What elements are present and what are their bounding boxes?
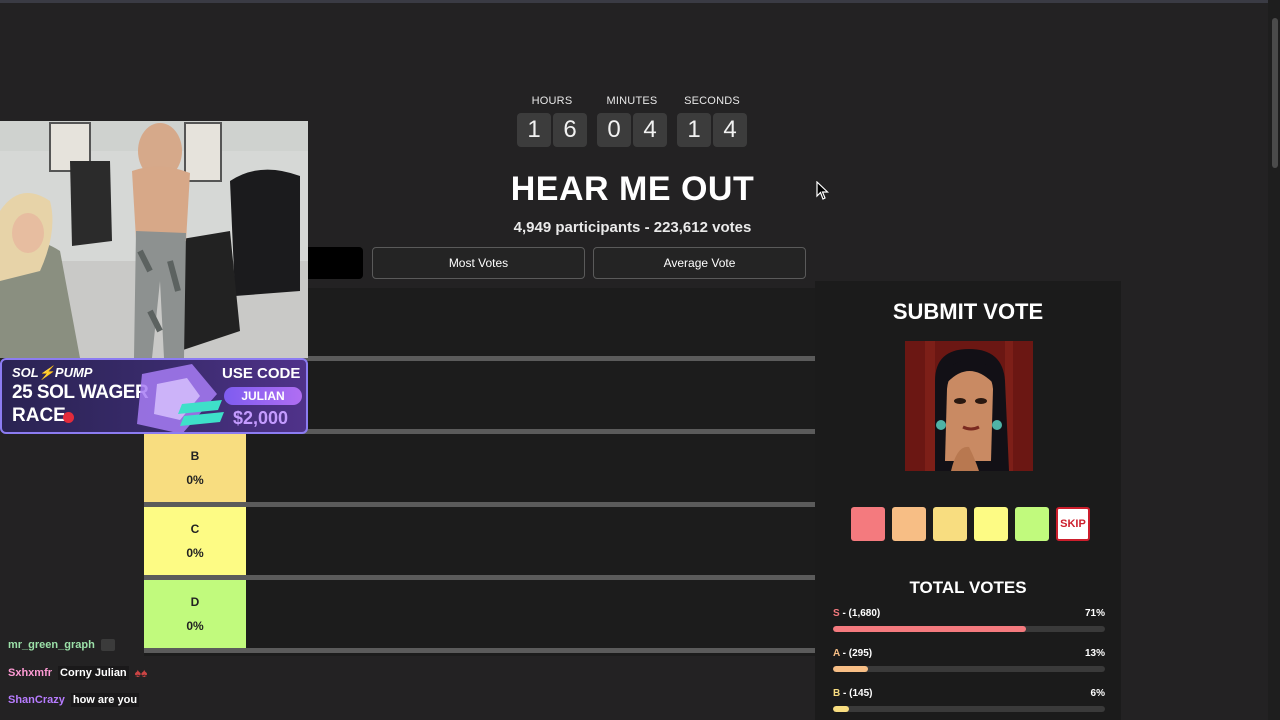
- candidate-image: [905, 341, 1033, 471]
- tier-separator: [144, 648, 815, 653]
- total-votes-row-b: B - (145) 6%: [833, 688, 1105, 712]
- prize-amount: $2,000: [233, 408, 289, 428]
- average-vote-button[interactable]: Average Vote: [593, 247, 806, 279]
- tier-letter: B: [190, 449, 200, 463]
- scrollbar-thumb[interactable]: [1272, 18, 1278, 168]
- hours-label: HOURS: [531, 95, 573, 107]
- minutes-digit: 4: [633, 113, 667, 147]
- tier-row-b: B 0%: [144, 434, 815, 502]
- total-votes-row-s: S - (1,680) 71%: [833, 608, 1105, 632]
- tier-letter: A: [833, 648, 840, 659]
- promo-code: JULIAN: [224, 387, 302, 405]
- tier-letter: D: [190, 595, 200, 609]
- countdown-timer: HOURS 1 6 MINUTES 0 4 SECONDS 1 4: [517, 95, 747, 147]
- vote-a-button[interactable]: [892, 507, 926, 541]
- vote-percent: 13%: [1084, 648, 1105, 659]
- tier-label-b: B 0%: [144, 434, 246, 502]
- seconds-digit: 4: [713, 113, 747, 147]
- mouse-cursor-icon: [816, 181, 829, 200]
- chat-message: ShanCrazy how are you: [8, 693, 140, 707]
- use-code-label: USE CODE: [222, 365, 301, 382]
- chat-text: how are you: [70, 693, 140, 707]
- minutes-digit: 0: [597, 113, 631, 147]
- vote-progress-fill: [833, 666, 869, 672]
- vote-progress-bar: [833, 666, 1105, 672]
- tier-letter: S: [833, 608, 840, 619]
- tier-label-d: D 0%: [144, 580, 246, 648]
- chat-text: Corny Julian: [58, 666, 129, 680]
- chat-username: mr_green_graph: [8, 639, 95, 651]
- tier-row-c: C 0%: [144, 507, 815, 575]
- vote-d-button[interactable]: [1015, 507, 1049, 541]
- vote-percent: 71%: [1084, 608, 1105, 619]
- vote-progress-bar: [833, 706, 1105, 712]
- seconds-label: SECONDS: [684, 95, 740, 107]
- webcam-overlay: [0, 121, 308, 358]
- chat-message: mr_green_graph: [8, 639, 115, 651]
- countdown-seconds: SECONDS 1 4: [677, 95, 747, 147]
- vote-b-button[interactable]: [933, 507, 967, 541]
- vote-count: - (1,680): [839, 608, 881, 619]
- vote-progress-fill: [833, 706, 850, 712]
- skip-button[interactable]: SKIP: [1056, 507, 1090, 541]
- sponsor-brand: SOL⚡PUMP: [12, 365, 93, 380]
- submit-vote-title: SUBMIT VOTE: [892, 299, 1044, 324]
- tier-percent: 0%: [186, 546, 204, 560]
- tier-percent: 0%: [186, 619, 204, 633]
- top-border: [0, 0, 1280, 3]
- most-votes-button[interactable]: Most Votes: [372, 247, 585, 279]
- vote-panel: SUBMIT VOTE SKIP TOTAL VOTES S - (1,680)…: [815, 281, 1121, 720]
- tier-label-c: C 0%: [144, 507, 246, 575]
- tier-percent: 0%: [186, 473, 204, 487]
- vote-progress-fill: [833, 626, 1027, 632]
- hours-digit: 1: [517, 113, 551, 147]
- emote-icon: ♠♠: [134, 666, 148, 680]
- live-dot-icon: [63, 412, 74, 423]
- chat-username: Sxhxmfr: [8, 667, 53, 679]
- seconds-digit: 1: [677, 113, 711, 147]
- vote-buttons: SKIP: [851, 507, 1090, 541]
- tier-letter: C: [190, 522, 200, 536]
- vote-count: - (295): [839, 648, 873, 659]
- countdown-minutes: MINUTES 0 4: [597, 95, 667, 147]
- vote-s-button[interactable]: [851, 507, 885, 541]
- sort-button-hidden[interactable]: [305, 247, 363, 279]
- vote-count: - (145): [840, 688, 873, 699]
- candidate-portrait-icon: [905, 341, 1033, 471]
- countdown-hours: HOURS 1 6: [517, 95, 587, 147]
- total-votes-row-a: A - (295) 13%: [833, 648, 1105, 672]
- emote-icon: [100, 639, 115, 651]
- sponsor-banner[interactable]: SOL⚡PUMP 25 SOL WAGER RACE USE CODE JULI…: [0, 358, 308, 434]
- webcam-image: [0, 121, 308, 358]
- sponsor-logo-icon: [137, 364, 224, 432]
- chat-message: Sxhxmfr Corny Julian ♠♠: [8, 666, 147, 680]
- chat-username: ShanCrazy: [8, 694, 65, 706]
- minutes-label: MINUTES: [606, 95, 658, 107]
- tier-row-d: D 0%: [144, 580, 815, 648]
- vote-progress-bar: [833, 626, 1105, 632]
- total-votes-title: TOTAL VOTES: [909, 578, 1027, 597]
- vote-percent: 6%: [1090, 688, 1105, 699]
- vote-c-button[interactable]: [974, 507, 1008, 541]
- hours-digit: 6: [553, 113, 587, 147]
- sponsor-headline-2: RACE: [12, 405, 66, 426]
